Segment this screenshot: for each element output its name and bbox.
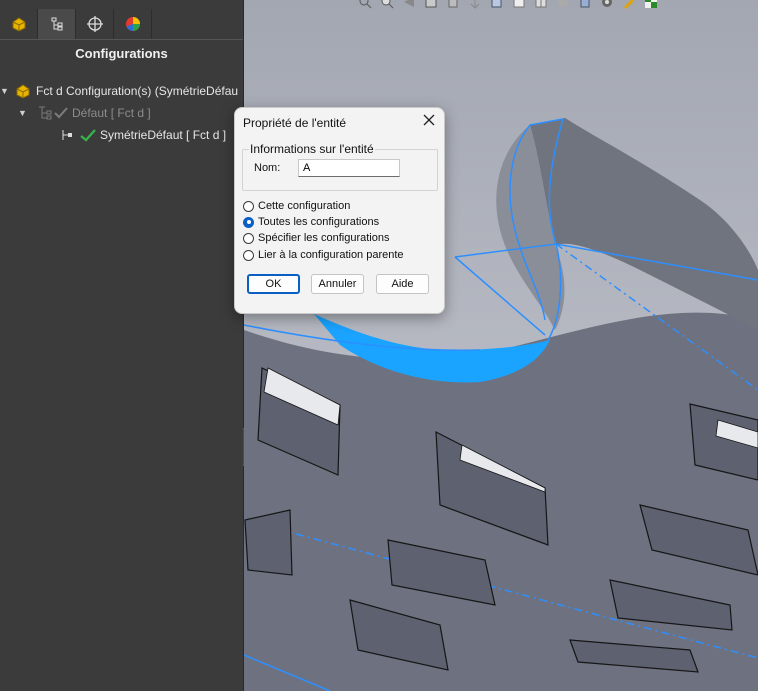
collapse-arrow-icon[interactable]: ▼ bbox=[18, 108, 30, 118]
help-button[interactable]: Aide bbox=[376, 274, 429, 294]
close-icon[interactable] bbox=[422, 113, 436, 127]
radio-this-configuration[interactable] bbox=[243, 200, 254, 212]
panel-title: Configurations bbox=[75, 46, 168, 61]
property-manager-icon bbox=[51, 17, 62, 31]
active-check-icon bbox=[80, 128, 96, 142]
configuration-manager-icon bbox=[86, 16, 103, 32]
tab-display-manager[interactable] bbox=[114, 9, 152, 39]
derived-configuration-icon bbox=[62, 130, 72, 140]
option-link-parent-configuration-label: Lier à la configuration parente bbox=[258, 249, 404, 261]
tree-root-label: Fct d Configuration(s) (SymétrieDéfau bbox=[36, 84, 239, 98]
name-label: Nom: bbox=[254, 162, 281, 174]
graphics-viewport[interactable] bbox=[244, 0, 758, 691]
tree-item-default[interactable]: ▼ Défaut [ Fct d ] bbox=[18, 104, 151, 122]
tab-property-manager[interactable] bbox=[38, 9, 76, 39]
entity-info-group-label: Informations sur l'entité bbox=[249, 142, 375, 156]
panel-tab-bar bbox=[0, 9, 243, 40]
option-this-configuration[interactable]: Cette configuration bbox=[243, 200, 350, 212]
feature-manager-icon bbox=[12, 17, 25, 32]
name-input[interactable] bbox=[298, 159, 400, 177]
radio-all-configurations[interactable] bbox=[243, 216, 254, 228]
radio-link-parent-configuration[interactable] bbox=[243, 249, 254, 261]
model-geometry bbox=[244, 118, 758, 691]
dialog-title: Propriété de l'entité bbox=[243, 116, 347, 130]
inactive-check-icon bbox=[54, 107, 68, 119]
tree-item-default-label: Défaut [ Fct d ] bbox=[72, 106, 151, 120]
option-specify-configurations-label: Spécifier les configurations bbox=[258, 232, 390, 244]
collapse-arrow-icon[interactable]: ▼ bbox=[0, 86, 12, 96]
option-link-parent-configuration[interactable]: Lier à la configuration parente bbox=[243, 249, 404, 261]
option-all-configurations-label: Toutes les configurations bbox=[258, 216, 380, 228]
ok-button[interactable]: OK bbox=[247, 274, 300, 294]
tree-item-symmetry-default[interactable]: SymétrieDéfaut [ Fct d ] bbox=[60, 126, 226, 144]
configuration-manager-panel: Configurations ▼ Fct d Configuration(s) … bbox=[0, 0, 244, 691]
radio-specify-configurations[interactable] bbox=[243, 232, 254, 244]
cancel-button[interactable]: Annuler bbox=[311, 274, 364, 294]
part-icon bbox=[16, 84, 30, 99]
option-all-configurations[interactable]: Toutes les configurations bbox=[243, 216, 379, 228]
display-manager-icon bbox=[125, 17, 140, 31]
option-this-configuration-label: Cette configuration bbox=[258, 200, 351, 212]
tab-feature-manager[interactable] bbox=[0, 9, 38, 39]
configuration-tree-icon bbox=[39, 106, 52, 120]
option-specify-configurations[interactable]: Spécifier les configurations bbox=[243, 232, 389, 244]
entity-property-dialog: Propriété de l'entité Informations sur l… bbox=[234, 107, 445, 314]
tab-configuration-manager[interactable] bbox=[76, 9, 114, 39]
tree-item-symmetry-default-label: SymétrieDéfaut [ Fct d ] bbox=[100, 128, 227, 142]
tree-root[interactable]: ▼ Fct d Configuration(s) (SymétrieDéfau bbox=[0, 82, 238, 100]
